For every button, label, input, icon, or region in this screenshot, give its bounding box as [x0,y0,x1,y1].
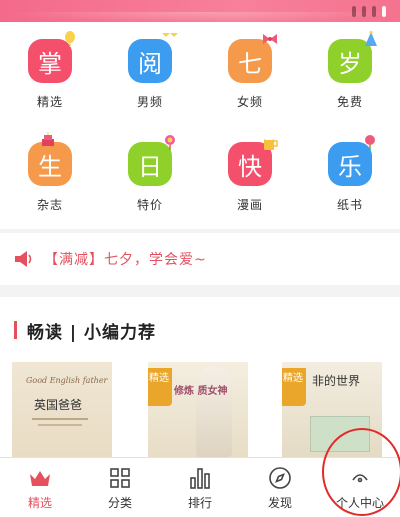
category-manhua[interactable]: 快 漫画 [200,125,300,229]
book-title: 英国爸爸 [34,398,83,412]
pagination-dot-active [382,6,386,17]
profile-icon [352,474,368,483]
nav-discover[interactable]: 发现 [240,458,320,517]
party-hat-icon [365,31,377,46]
section-accent-bar [14,321,17,339]
category-label: 男频 [136,95,163,109]
tile-char: 七 [238,49,262,78]
bar-chart-icon [190,468,210,489]
category-zazhi[interactable]: 生 杂志 [0,125,100,229]
category-tile: 掌 [28,31,75,83]
compass-icon [269,467,291,489]
nav-profile[interactable]: 个人中心 [320,458,400,517]
category-grid: 掌 精选 阅 男频 七 女频 岁 免费 生 杂志 日 特价 快 漫画 乐 纸书 [0,22,400,229]
book-cover[interactable]: Good English father 英国爸爸 [12,362,112,457]
category-label: 精选 [36,95,63,109]
flag-icon [162,33,178,37]
bow-icon [263,34,277,44]
category-zhishu[interactable]: 乐 纸书 [300,125,400,229]
recommend-section: 畅读 | 小编力荐 Good English father 英国爸爸 修炼 质女… [0,297,400,457]
nav-label: 发现 [267,496,292,510]
grid-icon [110,468,130,488]
category-tile: 岁 [328,31,377,83]
bottom-nav: 精选 分类 排行 发现 个人中心 [0,457,400,517]
category-jingxuan[interactable]: 掌 精选 [0,22,100,125]
tile-char: 日 [138,152,162,181]
balloon-icon [65,31,75,47]
crown-icon [30,471,50,486]
book-cover[interactable]: 非的世界 精选 [282,362,382,457]
category-label: 漫画 [236,198,263,212]
book-figure [196,366,232,457]
cake-icon [42,132,54,146]
banner-decoration [0,12,400,22]
category-tile: 乐 [328,135,375,186]
tile-char: 快 [238,152,262,181]
category-mianfei[interactable]: 岁 免费 [300,22,400,125]
book-rule [38,424,82,426]
tile-char: 阅 [138,49,162,78]
category-label: 纸书 [336,198,363,212]
category-tile: 七 [228,34,277,83]
top-banner[interactable] [0,0,400,22]
flower-icon [365,135,375,150]
book-title: 非的世界 [312,374,361,388]
section-title: 畅读 | 小编力荐 [27,322,157,343]
book-rule [32,418,88,420]
tile-char: 岁 [338,49,362,78]
book-illustration [310,416,370,452]
category-label: 杂志 [36,198,63,212]
tile-char: 乐 [338,152,362,181]
category-tile: 日 [128,135,175,186]
category-label: 女频 [236,95,263,109]
featured-ribbon: 精选 [148,368,172,406]
nav-label: 个人中心 [335,496,384,510]
notice-text: 【满减】七夕，学会爱~ [44,252,207,268]
candy-icon [165,135,175,150]
nav-ranking[interactable]: 排行 [160,458,240,517]
promo-notice[interactable]: 【满减】七夕，学会爱~ [0,233,400,285]
category-tile: 生 [28,132,72,186]
book-subtitle: Good English father [26,376,108,385]
category-nvpin[interactable]: 七 女频 [200,22,300,125]
category-tile: 阅 [128,33,178,83]
nav-label: 精选 [27,496,52,510]
featured-ribbon: 精选 [282,368,306,406]
tile-char: 生 [38,152,62,181]
category-label: 特价 [136,198,163,212]
book-cover[interactable]: 修炼 质女神 精选 [148,362,248,457]
pagination-dot [362,6,366,17]
banner-pagination [352,6,386,17]
book-title: 修炼 质女神 [174,386,228,397]
pagination-dot [352,6,356,17]
beer-icon [264,136,278,150]
category-tile: 快 [228,136,278,186]
tile-char: 掌 [38,49,62,78]
pagination-dot [372,6,376,17]
nav-label: 分类 [107,496,132,510]
category-tejia[interactable]: 日 特价 [100,125,200,229]
nav-jingxuan[interactable]: 精选 [0,458,80,517]
category-nanpin[interactable]: 阅 男频 [100,22,200,125]
section-header: 畅读 | 小编力荐 [0,319,157,343]
category-label: 免费 [336,95,363,109]
nav-category[interactable]: 分类 [80,458,160,517]
megaphone-icon [15,251,32,267]
nav-label: 排行 [187,496,212,510]
